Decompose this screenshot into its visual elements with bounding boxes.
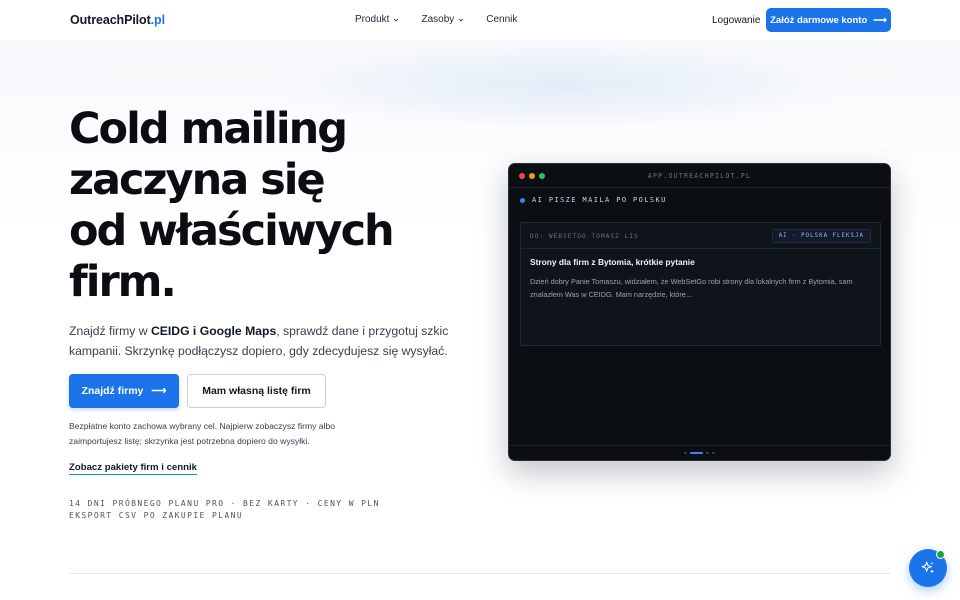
- window-footer-divider: [509, 445, 890, 446]
- trial-info: 14 DNI PRÓBNEGO PLANU PRO · BEZ KARTY · …: [69, 498, 380, 522]
- chevron-down-icon: [394, 18, 399, 22]
- create-account-button[interactable]: Załóż darmowe konto ⟶: [766, 8, 891, 32]
- arrow-right-icon: ⟶: [151, 385, 167, 397]
- nav-item-label: Cennik: [486, 14, 518, 25]
- window-url: APP.OUTREACHPILOT.PL: [647, 172, 752, 180]
- ai-status-text: AI PISZE MAILA PO POLSKU: [532, 196, 667, 204]
- nav-item-zasoby[interactable]: Zasoby: [421, 14, 464, 25]
- hero-title: Cold mailing zaczyna się od właściwych f…: [69, 104, 489, 308]
- mail-recipient: DO: WEBSETGO TOMASZ LIS: [530, 233, 639, 240]
- sparkles-icon: [921, 561, 934, 574]
- hero-title-line: od właściwych: [69, 206, 395, 256]
- online-status-badge: [936, 550, 945, 559]
- hero-title-line: Cold mailing: [69, 104, 348, 154]
- find-companies-button[interactable]: Znajdź firmy ⟶: [69, 374, 179, 408]
- login-link[interactable]: Logowanie: [712, 15, 760, 26]
- hero-title-line: firm.: [69, 257, 177, 307]
- top-navigation: OutreachPilot.pl Produkt Zasoby Cennik L…: [0, 0, 960, 40]
- status-dot-icon: [520, 197, 525, 203]
- trial-info-line: 14 DNI PRÓBNEGO PLANU PRO · BEZ KARTY · …: [69, 499, 380, 508]
- nav-item-produkt[interactable]: Produkt: [355, 14, 399, 25]
- nav-item-label: Produkt: [355, 14, 390, 25]
- mail-body: Dzień dobry Panie Tomaszu, widziałem, że…: [530, 277, 853, 299]
- ai-status: AI PISZE MAILA PO POLSKU: [520, 196, 667, 204]
- pager-dot[interactable]: [684, 452, 687, 454]
- hero-desc-part: Znajdź firmy w: [69, 324, 151, 338]
- find-companies-label: Znajdź firmy: [81, 385, 144, 397]
- app-preview-window: APP.OUTREACHPILOT.PL AI PISZE MAILA PO P…: [508, 163, 891, 461]
- hero-desc-bold: CEIDG i Google Maps: [150, 324, 277, 338]
- pager-dot-active[interactable]: [690, 452, 703, 454]
- nav-item-label: Zasoby: [421, 14, 455, 25]
- carousel-pager: [509, 452, 890, 454]
- chevron-down-icon: [459, 18, 464, 22]
- logo-main: OutreachPilot: [70, 13, 151, 27]
- ai-language-badge: AI · POLSKA FLEKSJA: [771, 229, 871, 243]
- own-list-button[interactable]: Mam własną listę firm: [187, 374, 326, 408]
- account-note: Bezpłatne konto zachowa wybrany cel. Naj…: [69, 421, 336, 446]
- hero-description: Znajdź firmy w CEIDG i Google Maps, spra…: [69, 321, 449, 361]
- create-account-label: Załóż darmowe konto: [770, 14, 868, 26]
- logo-accent: .pl: [150, 13, 165, 27]
- hero-title-line: zaczyna się: [69, 155, 326, 205]
- window-titlebar: APP.OUTREACHPILOT.PL: [509, 164, 890, 188]
- nav-item-cennik[interactable]: Cennik: [486, 14, 517, 25]
- mail-header: DO: WEBSETGO TOMASZ LIS AI · POLSKA FLEK…: [521, 223, 880, 249]
- nav-links: Produkt Zasoby Cennik: [355, 14, 517, 25]
- pricing-link[interactable]: Zobacz pakiety firm i cennik: [69, 462, 197, 475]
- pager-dot[interactable]: [712, 452, 715, 454]
- arrow-right-icon: ⟶: [873, 14, 887, 26]
- section-divider: [69, 573, 891, 574]
- mail-subject: Strony dla firm z Bytomia, krótkie pytan…: [530, 257, 695, 267]
- pager-dot[interactable]: [706, 452, 709, 454]
- trial-info-line: EKSPORT CSV PO ZAKUPIE PLANU: [69, 511, 244, 520]
- mail-draft-card: DO: WEBSETGO TOMASZ LIS AI · POLSKA FLEK…: [520, 222, 881, 346]
- logo[interactable]: OutreachPilot.pl: [70, 13, 165, 27]
